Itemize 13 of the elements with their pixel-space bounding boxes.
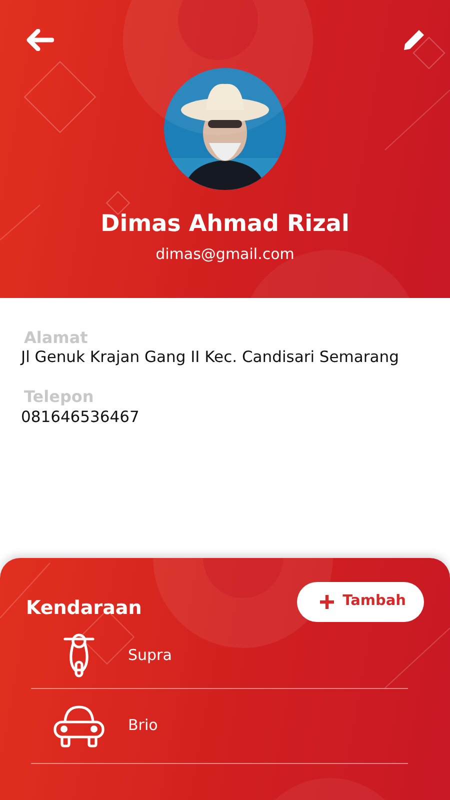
vehicle-name[interactable]: Brio [128,714,158,737]
field-value: 081646536467 [21,406,140,427]
back-icon[interactable] [26,29,54,51]
add-button[interactable]: Tambah [296,582,424,622]
section-title: Kendaraan [26,596,142,621]
profile-email: dimas@gmail.com [154,244,296,266]
profile-name: Dimas Ahmad Rizal [100,212,350,238]
scooter-icon [62,632,94,678]
pencil-icon[interactable] [402,28,426,52]
plus-icon [318,594,335,610]
car-icon [52,704,104,748]
field-value: Jl Genuk Krajan Gang II Kec. Candisari Semarang [21,347,400,368]
vehicle-name[interactable]: Supra [128,644,172,666]
